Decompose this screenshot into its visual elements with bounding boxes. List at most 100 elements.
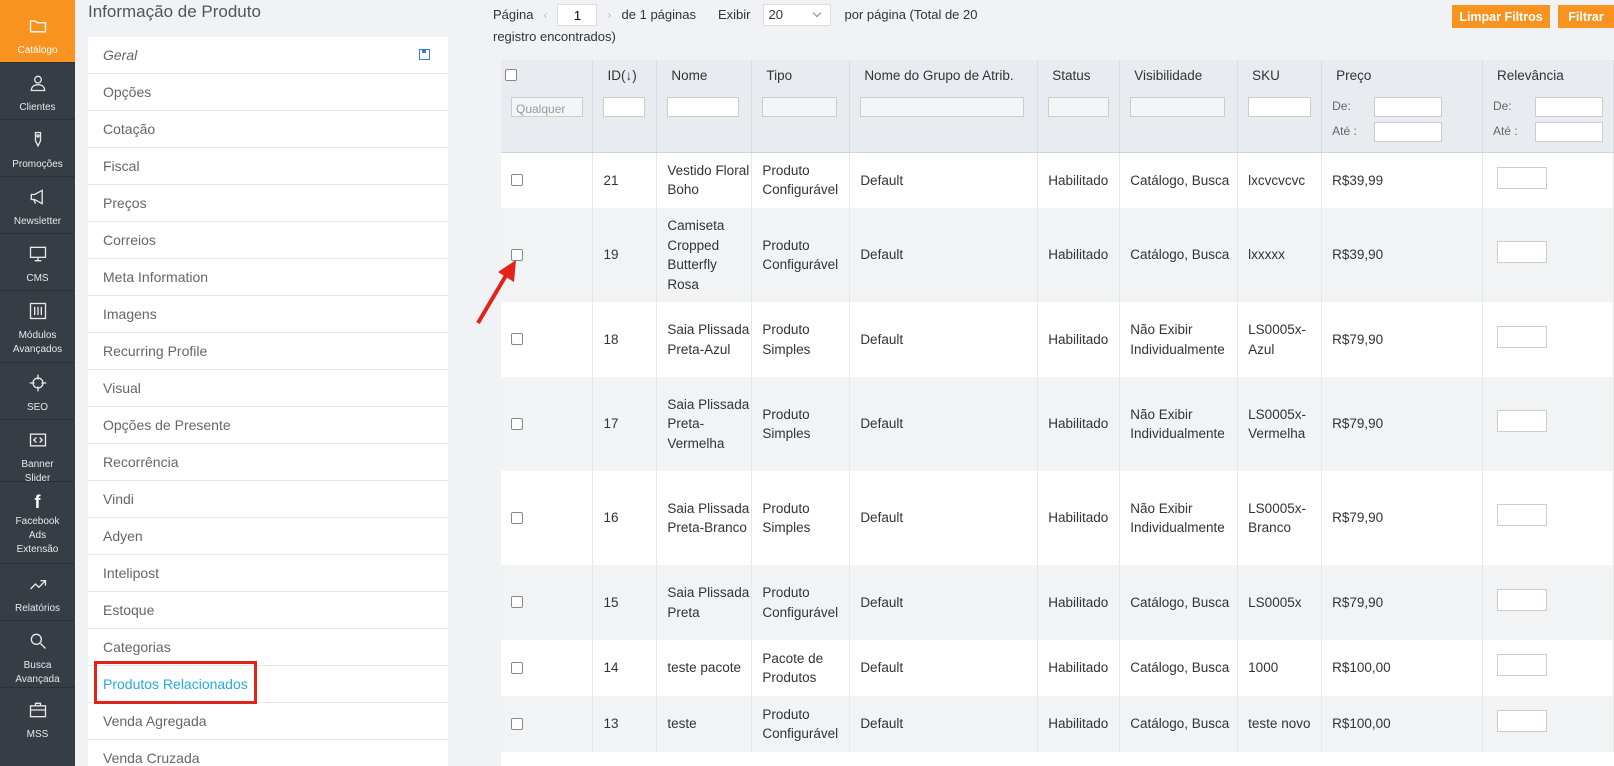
page-input[interactable] bbox=[557, 4, 598, 26]
relevance-input[interactable] bbox=[1496, 241, 1547, 264]
code-icon bbox=[28, 430, 48, 455]
col-sku[interactable]: SKU bbox=[1237, 60, 1323, 90]
tab-opcoes[interactable]: Opções bbox=[88, 74, 448, 111]
select-all-checkbox[interactable] bbox=[505, 68, 517, 81]
visibility-filter-select[interactable] bbox=[1130, 97, 1226, 117]
table-row[interactable]: 17 Saia Plissada Preta-Vermelha Produto … bbox=[501, 377, 1614, 471]
sort-desc-icon: (↓) bbox=[620, 67, 637, 83]
monitor-icon bbox=[28, 244, 48, 269]
nav-item-seo[interactable]: SEO bbox=[0, 363, 75, 420]
row-checkbox[interactable] bbox=[511, 596, 523, 609]
relevance-input[interactable] bbox=[1496, 410, 1547, 433]
tab-adyen[interactable]: Adyen bbox=[88, 518, 448, 555]
table-row[interactable]: 21 Vestido Floral Boho Produto Configurá… bbox=[501, 152, 1614, 208]
tab-visual[interactable]: Visual bbox=[88, 370, 448, 407]
nav-item-promocoes[interactable]: Promoções bbox=[0, 120, 75, 177]
products-grid: ID(↓) Nome Tipo Nome do Grupo de Atrib. … bbox=[501, 60, 1614, 766]
sku-filter-input[interactable] bbox=[1248, 97, 1312, 117]
filter-button[interactable]: Filtrar bbox=[1558, 5, 1614, 28]
table-row[interactable]: 13 teste Produto Configurável Default Ha… bbox=[501, 696, 1614, 752]
tab-opcoes-de-presente[interactable]: Opções de Presente bbox=[88, 407, 448, 444]
any-select[interactable]: Qualquer bbox=[511, 97, 583, 117]
nav-item-mss[interactable]: MSS bbox=[0, 688, 75, 766]
page-title: Informação de Produto bbox=[88, 2, 261, 21]
name-filter-input[interactable] bbox=[667, 97, 740, 117]
tab-meta-information[interactable]: Meta Information bbox=[88, 259, 448, 296]
search-icon bbox=[28, 631, 48, 656]
nav-item-facebook-ads[interactable]: f Facebook Ads Extensão bbox=[0, 482, 75, 564]
nav-item-clientes[interactable]: Clientes bbox=[0, 63, 75, 120]
col-grupo-atrib[interactable]: Nome do Grupo de Atrib. bbox=[849, 60, 1039, 90]
next-page-icon[interactable]: › bbox=[607, 4, 611, 26]
row-checkbox[interactable] bbox=[511, 248, 523, 261]
tab-precos[interactable]: Preços bbox=[88, 185, 448, 222]
tab-fiscal[interactable]: Fiscal bbox=[88, 148, 448, 185]
tab-venda-agregada[interactable]: Venda Agregada bbox=[88, 703, 448, 740]
table-row[interactable]: 19 Camiseta Cropped Butterfly Rosa Produ… bbox=[501, 208, 1614, 302]
relevance-input[interactable] bbox=[1496, 588, 1547, 611]
reset-filter-button[interactable]: Limpar Filtros bbox=[1452, 5, 1550, 28]
save-icon bbox=[419, 49, 430, 60]
table-row[interactable]: 14 teste pacote Pacote de Produtos Defau… bbox=[501, 640, 1614, 696]
target-icon bbox=[28, 373, 48, 398]
nav-item-cms[interactable]: CMS bbox=[0, 234, 75, 291]
row-checkbox[interactable] bbox=[511, 333, 523, 346]
nav-item-relatorios[interactable]: Relatórios bbox=[0, 564, 75, 621]
table-row[interactable]: 16 Saia Plissada Preta-Branco Produto Si… bbox=[501, 471, 1614, 565]
attr-set-filter-select[interactable] bbox=[860, 97, 1025, 117]
relevance-from-input[interactable] bbox=[1534, 96, 1603, 117]
col-id[interactable]: ID(↓) bbox=[592, 60, 658, 90]
status-filter-select[interactable] bbox=[1048, 97, 1110, 117]
relevance-input[interactable] bbox=[1496, 166, 1547, 189]
prev-page-icon[interactable]: ‹ bbox=[543, 4, 547, 26]
user-icon bbox=[28, 73, 48, 98]
total-pages: 1 bbox=[639, 7, 647, 22]
tab-intelipost[interactable]: Intelipost bbox=[88, 555, 448, 592]
tab-cotacao[interactable]: Cotação bbox=[88, 111, 448, 148]
row-checkbox[interactable] bbox=[511, 661, 523, 674]
relevance-input[interactable] bbox=[1496, 504, 1547, 527]
tab-imagens[interactable]: Imagens bbox=[88, 296, 448, 333]
tab-vindi[interactable]: Vindi bbox=[88, 481, 448, 518]
nav-item-catalogo[interactable]: Catálogo bbox=[0, 0, 75, 63]
price-to-input[interactable] bbox=[1374, 121, 1443, 142]
col-preco[interactable]: Preço bbox=[1321, 60, 1483, 90]
nav-item-modulos-avancados[interactable]: Módulos Avançados bbox=[0, 291, 75, 363]
nav-item-busca-avancada[interactable]: Busca Avançada bbox=[0, 621, 75, 688]
relevance-input[interactable] bbox=[1496, 325, 1547, 348]
tab-categorias[interactable]: Categorias bbox=[88, 629, 448, 666]
records-suffix: registro encontrados) bbox=[493, 29, 616, 44]
tab-produtos-relacionados[interactable]: Produtos Relacionados bbox=[88, 666, 448, 703]
product-tabs: Geral Opções Cotação Fiscal Preços Corre… bbox=[88, 37, 448, 766]
col-tipo[interactable]: Tipo bbox=[751, 60, 851, 90]
col-visibilidade[interactable]: Visibilidade bbox=[1119, 60, 1239, 90]
per-page-text: por página (Total de bbox=[844, 7, 960, 22]
table-row[interactable]: 18 Saia Plissada Preta-Azul Produto Simp… bbox=[501, 302, 1614, 377]
tab-correios[interactable]: Correios bbox=[88, 222, 448, 259]
row-checkbox[interactable] bbox=[511, 717, 523, 730]
tab-estoque[interactable]: Estoque bbox=[88, 592, 448, 629]
type-filter-select[interactable] bbox=[762, 97, 838, 117]
relevance-to-input[interactable] bbox=[1534, 121, 1603, 142]
price-from-input[interactable] bbox=[1374, 96, 1443, 117]
relevance-from-label: De: bbox=[1492, 98, 1512, 113]
col-nome[interactable]: Nome bbox=[656, 60, 753, 90]
tab-recorrencia[interactable]: Recorrência bbox=[88, 444, 448, 481]
nav-item-newsletter[interactable]: Newsletter bbox=[0, 177, 75, 234]
col-status[interactable]: Status bbox=[1037, 60, 1121, 90]
tab-venda-cruzada[interactable]: Venda Cruzada bbox=[88, 740, 448, 766]
row-checkbox[interactable] bbox=[511, 511, 523, 524]
nav-item-banner-slider[interactable]: Banner Slider bbox=[0, 420, 75, 484]
relevance-input[interactable] bbox=[1496, 654, 1547, 677]
tab-geral[interactable]: Geral bbox=[88, 37, 448, 74]
per-page-select[interactable]: 20 bbox=[762, 4, 831, 26]
relevance-input[interactable] bbox=[1496, 710, 1547, 733]
table-row[interactable]: 15 Saia Plissada Preta Produto Configurá… bbox=[501, 565, 1614, 640]
col-relevancia[interactable]: Relevância bbox=[1482, 60, 1614, 90]
tag-icon bbox=[28, 130, 48, 155]
row-checkbox[interactable] bbox=[511, 173, 523, 186]
row-checkbox[interactable] bbox=[511, 417, 523, 430]
page-of-prefix: de bbox=[621, 7, 636, 22]
id-filter-input[interactable] bbox=[603, 97, 646, 117]
tab-recurring-profile[interactable]: Recurring Profile bbox=[88, 333, 448, 370]
